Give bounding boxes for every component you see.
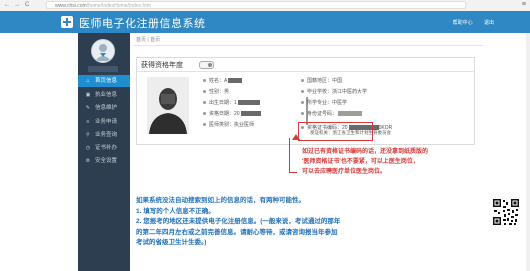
instruction-line: 的第二年四月左右或之前完善信息。请耐心等待，或请咨询报当年参加 [136, 228, 338, 236]
field-value: 1 [234, 100, 237, 106]
edit-icon: ✎ [85, 105, 91, 111]
sidebar: ⌂ 首页信息 ▣ 执业信息 ✎ 信息维护 ≡ 业务申请 ⚲ 业务查询 ◷ 证书补办 ⚙ 安全设… [78, 33, 130, 271]
field-value: A [224, 78, 228, 84]
annotation-line: '医师资格证书'也不要紧，可以上医生岗位， [302, 159, 419, 165]
divider [137, 71, 474, 72]
address-bar[interactable]: www.chsi.com/home/IndexHome/Index.htm [46, 1, 466, 9]
annotation-line: 如过已有资格证书编码的话，还没拿到纸质版的 [302, 149, 429, 155]
field-value: 执业医师 [234, 122, 255, 128]
forward-icon[interactable]: → [14, 2, 20, 8]
instructions: 如果系统没法自动搜索到如上的信息的话，有两种可能性。 1. 填写的个人信息不正确… [136, 196, 381, 249]
scrollbar[interactable] [526, 33, 530, 271]
divider [133, 45, 483, 46]
sidebar-item-reissue[interactable]: ◷ 证书补办 [78, 142, 130, 154]
list-icon: ≡ [86, 119, 90, 125]
field-label: 姓名： [209, 78, 225, 84]
sidebar-item-label: 首页信息 [95, 78, 118, 84]
field-label: 医师类别： [209, 122, 235, 128]
logout-link[interactable]: 退出 [484, 20, 494, 26]
help-center-link[interactable]: 帮助中心 [453, 20, 473, 26]
avatar [91, 39, 115, 63]
redaction [228, 78, 243, 84]
annotation-note: 如过已有资格证书编码的话，还没拿到纸质版的 '医师资格证书'也不要紧，可以上医生… [302, 147, 487, 177]
field-label: 性别： [209, 89, 225, 95]
search-icon: ⚲ [86, 132, 90, 138]
field-label: 所学专业： [307, 100, 333, 106]
field-school: 毕业学校：浙江中医药大学 [301, 88, 367, 95]
home-icon: ⌂ [86, 78, 90, 84]
sidebar-item-label: 信息维护 [95, 105, 118, 111]
url-host: www.chsi.com [55, 3, 87, 9]
field-value: 中医学 [332, 100, 348, 106]
field-label: 出生日期： [209, 100, 235, 106]
instruction-line: 1. 填写的个人信息不正确。 [136, 207, 215, 215]
sidebar-item-label: 业务查询 [95, 132, 118, 138]
url-path: /home/IndexHome/Index.htm [86, 3, 151, 9]
sidebar-item-info[interactable]: ✎ 信息维护 [78, 102, 130, 114]
sidebar-item-apply[interactable]: ≡ 业务申请 [78, 116, 130, 128]
back-icon[interactable]: ← [4, 2, 10, 8]
year-toggle[interactable] [199, 61, 214, 69]
brand-logo-icon [61, 16, 73, 28]
sidebar-item-home[interactable]: ⌂ 首页信息 [78, 75, 130, 87]
field-value: 中国 [332, 78, 343, 84]
app-title: 医师电子化注册信息系统 [79, 18, 206, 30]
breadcrumb-sep: | [147, 37, 149, 43]
app-header: 医师电子化注册信息系统 帮助中心 退出 [0, 11, 530, 33]
breadcrumb: 首页 | 首页 [136, 36, 160, 43]
field-qual-date: 资格日期：20 [203, 110, 261, 117]
sidebar-item-practice[interactable]: ▣ 执业信息 [78, 89, 130, 101]
sidebar-item-label: 业务申请 [95, 119, 118, 125]
qr-code-icon [492, 198, 520, 226]
instruction-line: 2. 您报考的地区还未提供电子化注册信息。(一般来说，考试通过的那年 [136, 218, 341, 225]
field-label: 资格日期： [209, 111, 235, 117]
person-silhouette-icon [149, 88, 187, 134]
sidebar-item-security[interactable]: ⚙ 安全设置 [78, 155, 130, 167]
header-actions: 帮助中心 退出 [443, 19, 494, 26]
username-redacted [88, 66, 118, 72]
panel-title: 获得资格年度 [141, 62, 183, 69]
refresh-icon[interactable]: C [25, 2, 29, 8]
sidebar-item-label: 证书补办 [95, 145, 118, 151]
field-birthdate: 出生日期：1 [203, 99, 260, 106]
annotation-line: 可以去应聘医疗单位医生岗位。 [302, 169, 387, 175]
field-name: 姓名：A [203, 77, 243, 84]
field-nationality: 国籍地区：中国 [301, 77, 342, 84]
redaction [237, 100, 260, 106]
field-value: 男 [224, 89, 230, 95]
sidebar-item-query[interactable]: ⚲ 业务查询 [78, 129, 130, 141]
gear-icon: ⚙ [85, 158, 91, 164]
redaction [240, 111, 261, 117]
portrait-photo [147, 77, 189, 134]
annotation-connector [289, 138, 297, 173]
instruction-line: 如果系统没法自动搜索到如上的信息的话，有两种可能性。 [136, 197, 305, 204]
breadcrumb-current: 首页 [150, 37, 161, 43]
field-value: 20 [234, 111, 240, 117]
field-major: 所学专业：中医学 [301, 99, 347, 106]
field-label: 身份证号码： [307, 111, 338, 117]
field-gender: 性别：男 [203, 88, 229, 95]
field-value: 浙江中医药大学 [332, 89, 368, 95]
field-category: 医师类别：执业医师 [203, 121, 254, 128]
clock-icon: ◷ [85, 145, 91, 151]
breadcrumb-home[interactable]: 首页 [136, 37, 146, 43]
practice-icon: ▣ [85, 92, 91, 98]
sidebar-item-label: 执业信息 [95, 92, 118, 98]
menu-icon[interactable]: ≡ [522, 1, 526, 8]
highlight-box [298, 122, 373, 141]
info-panel: 获得资格年度 姓名：A 性别：男 出生日期：1 资格日期：20 医师类别：执业医… [136, 57, 475, 145]
sidebar-item-label: 安全设置 [95, 158, 118, 164]
instruction-line: 考试的省级卫生计生委。) [136, 239, 207, 246]
field-label: 国籍地区： [307, 78, 333, 84]
user-icon [95, 44, 111, 61]
field-label: 毕业学校： [307, 89, 333, 95]
field-id-number: 身份证号码： [301, 110, 363, 117]
redaction [338, 111, 363, 117]
